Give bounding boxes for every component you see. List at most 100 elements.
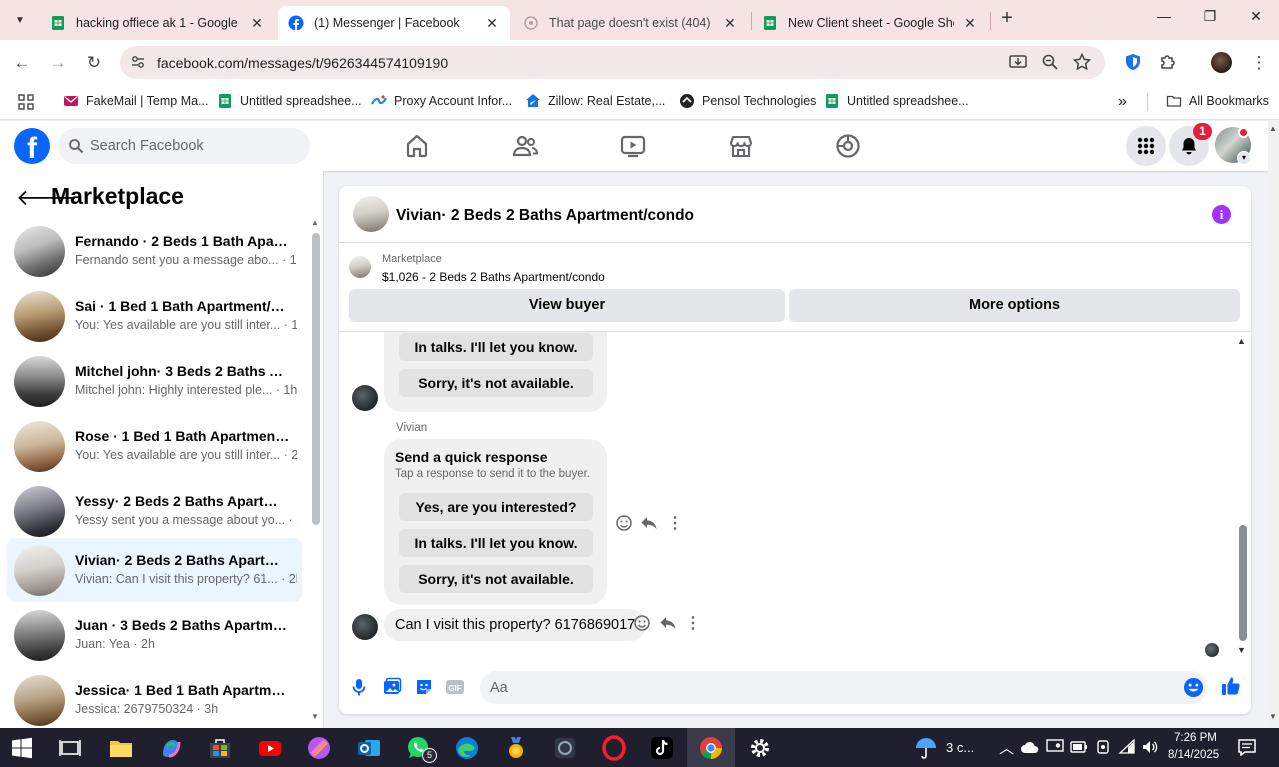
copilot-icon[interactable]	[157, 734, 185, 762]
weather-text[interactable]: 3 c...	[946, 740, 974, 755]
message-bubble[interactable]: Can I visit this property? 6176869017	[384, 609, 647, 641]
friends-icon[interactable]	[511, 132, 539, 160]
messages-scrollbar[interactable]	[1239, 525, 1247, 641]
reply-arrow-icon[interactable]	[659, 614, 677, 632]
scroll-up-arrow-icon[interactable]: ▲	[1269, 124, 1277, 133]
close-tab-icon[interactable]: ✕	[249, 15, 265, 32]
zoom-icon[interactable]	[1040, 52, 1060, 72]
photo-icon[interactable]	[381, 676, 403, 698]
video-icon[interactable]	[619, 132, 647, 160]
weather-rain-icon[interactable]	[913, 735, 939, 761]
tab-messenger[interactable]: (1) Messenger | Facebook ✕	[278, 6, 510, 40]
quick-reply-in-talks[interactable]: In talks. I'll let you know.	[399, 333, 593, 361]
sender-avatar[interactable]	[352, 614, 378, 640]
file-explorer-icon[interactable]	[107, 734, 135, 762]
conversation-item-yessy[interactable]: Yessy· 2 Beds 2 Baths Apartment/condo Ye…	[7, 479, 302, 543]
more-actions-icon[interactable]: ⋮	[684, 613, 702, 632]
tiktok-icon[interactable]	[648, 734, 676, 762]
tab-search-chevron-icon[interactable]: ▼	[8, 8, 32, 32]
quick-reply-not-available[interactable]: Sorry, it's not available.	[399, 565, 593, 593]
emoji-icon[interactable]	[1183, 677, 1204, 698]
back-arrow-icon[interactable]: 🡐	[16, 186, 75, 210]
conversation-item-vivian[interactable]: Vivian· 2 Beds 2 Baths Apartment/condo V…	[7, 538, 302, 602]
scroll-up-arrow-icon[interactable]: ▲	[1237, 336, 1246, 346]
bookmark-fakemail[interactable]: FakeMail | Temp Ma...	[63, 93, 209, 109]
message-input[interactable]	[490, 671, 1140, 704]
account-chevron-down-icon[interactable]: ▾	[1237, 151, 1251, 165]
marketplace-icon[interactable]	[727, 132, 755, 160]
menu-grid-button[interactable]	[1126, 126, 1166, 166]
wifi-icon[interactable]	[1118, 739, 1136, 755]
edge-icon[interactable]	[453, 734, 481, 762]
youtube-icon[interactable]	[256, 734, 284, 762]
volume-icon[interactable]	[1141, 739, 1159, 755]
chrome-icon[interactable]	[697, 734, 725, 762]
message-composer[interactable]	[480, 671, 1207, 704]
task-view-icon[interactable]	[58, 736, 82, 760]
conversation-item-juan[interactable]: Juan · 3 Beds 2 Baths Apartment/condo Ju…	[7, 603, 302, 667]
close-tab-icon[interactable]: ✕	[962, 15, 978, 32]
more-actions-icon[interactable]: ⋮	[666, 513, 684, 532]
quick-reply-not-available[interactable]: Sorry, it's not available.	[399, 369, 593, 397]
react-emoji-icon[interactable]	[633, 614, 651, 632]
battery-plug-icon[interactable]	[1070, 739, 1088, 755]
shield-extension-icon[interactable]	[1123, 52, 1143, 72]
bookmark-untitled-spreadsheet-2[interactable]: Untitled spreadshee...	[824, 93, 969, 109]
quick-reply-interested[interactable]: Yes, are you interested?	[399, 493, 593, 521]
facebook-search-box[interactable]	[58, 128, 310, 164]
opera-icon[interactable]	[600, 734, 628, 762]
bookmark-pensol[interactable]: Pensol Technologies	[679, 93, 816, 109]
site-info-icon[interactable]	[130, 54, 146, 70]
conversation-item-sai[interactable]: Sai · 1 Bed 1 Bath Apartment/condo You: …	[7, 284, 302, 348]
all-bookmarks-button[interactable]: All Bookmarks	[1166, 93, 1269, 109]
scroll-down-arrow-icon[interactable]: ▼	[1237, 645, 1246, 655]
onedrive-cloud-icon[interactable]	[1020, 739, 1040, 755]
settings-gear-icon[interactable]	[746, 734, 774, 762]
listing-price-title[interactable]: $1,026 - 2 Beds 2 Baths Apartment/condo	[382, 270, 605, 284]
restore-window-button[interactable]: ❐	[1199, 8, 1221, 30]
install-app-icon[interactable]	[1008, 52, 1028, 72]
tab-hacking-sheet[interactable]: hacking offiece ak 1 - Google Sheets ✕	[40, 6, 275, 40]
close-tab-icon[interactable]: ✕	[722, 15, 738, 32]
profile-avatar-icon[interactable]	[1211, 52, 1232, 73]
tray-chevron-up-icon[interactable]: ︿	[999, 737, 1014, 758]
minimize-window-button[interactable]: —	[1153, 8, 1175, 30]
terminal-app-icon[interactable]	[551, 734, 579, 762]
bookmarks-overflow-icon[interactable]: »	[1118, 93, 1127, 111]
browser-app-icon[interactable]	[305, 734, 333, 762]
new-tab-button[interactable]: +	[996, 8, 1018, 30]
info-icon[interactable]: i	[1212, 205, 1231, 224]
microsoft-store-icon[interactable]	[206, 734, 234, 762]
conversation-list-scrollbar[interactable]	[312, 233, 320, 525]
conversation-item-fernando[interactable]: Fernando · 2 Beds 1 Bath Apartment/condo…	[7, 219, 302, 283]
outlook-icon[interactable]	[355, 734, 383, 762]
scroll-down-arrow-icon[interactable]: ▼	[1269, 712, 1277, 721]
forward-arrow-icon[interactable]: →	[46, 51, 70, 75]
microphone-icon[interactable]	[348, 676, 370, 698]
tab-page-not-found[interactable]: That page doesn't exist (404) - Facebook…	[513, 6, 748, 40]
sticker-icon[interactable]	[413, 676, 435, 698]
clock-date[interactable]: 8/14/2025	[1168, 749, 1219, 761]
quick-reply-in-talks[interactable]: In talks. I'll let you know.	[399, 529, 593, 557]
chat-title[interactable]: Vivian· 2 Beds 2 Baths Apartment/condo	[396, 207, 694, 225]
react-emoji-icon[interactable]	[615, 514, 633, 532]
facebook-search-input[interactable]	[90, 128, 300, 164]
usb-device-icon[interactable]	[1094, 739, 1112, 755]
notification-center-icon[interactable]	[1237, 738, 1257, 756]
clock-time[interactable]: 7:26 PM	[1174, 732, 1217, 744]
chat-listing-avatar[interactable]	[353, 196, 389, 232]
display-icon[interactable]	[1046, 739, 1064, 755]
apps-grid-icon[interactable]	[17, 93, 35, 111]
scroll-up-arrow-icon[interactable]: ▲	[311, 218, 319, 227]
bookmark-proxy-account[interactable]: Proxy Account Infor...	[371, 93, 512, 109]
close-tab-icon[interactable]: ✕	[484, 15, 500, 32]
bookmark-star-icon[interactable]	[1072, 52, 1092, 72]
gif-icon[interactable]: GIF	[444, 676, 466, 698]
close-window-button[interactable]: ✕	[1245, 8, 1267, 30]
reply-arrow-icon[interactable]	[640, 514, 658, 532]
bookmark-zillow[interactable]: Zillow: Real Estate,...	[525, 93, 665, 109]
thumbs-up-icon[interactable]	[1220, 675, 1242, 697]
back-arrow-icon[interactable]: ←	[10, 51, 34, 75]
facebook-logo-icon[interactable]: f	[14, 128, 50, 164]
reload-icon[interactable]: ↻	[82, 51, 106, 75]
